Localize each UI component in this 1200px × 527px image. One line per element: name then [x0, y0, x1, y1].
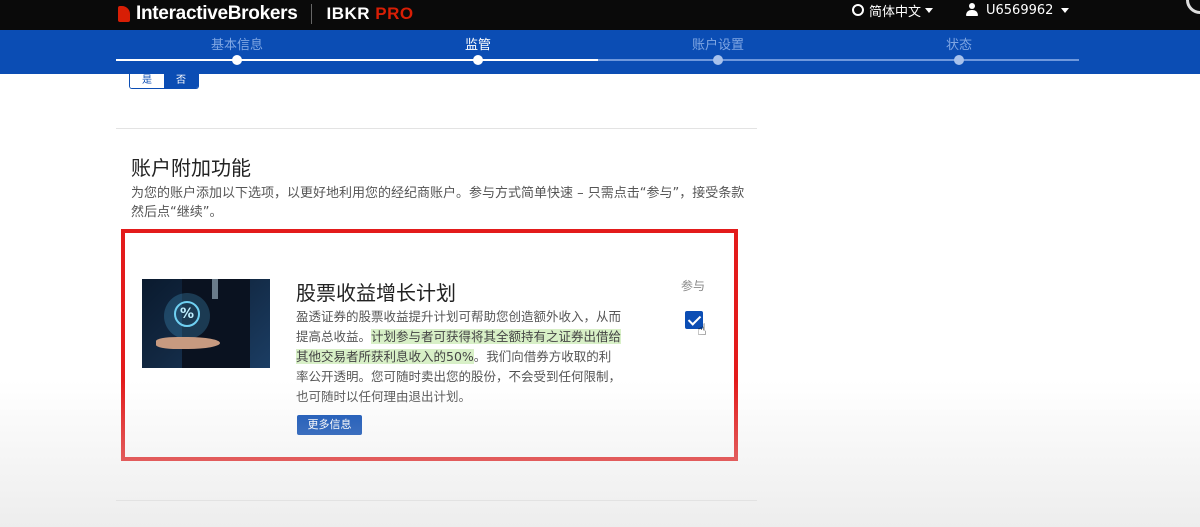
application-progress-bar: [0, 30, 1200, 74]
language-selector[interactable]: 简体中文: [852, 0, 934, 20]
brand-separator: [311, 4, 313, 24]
ib-logo-icon: [116, 4, 132, 24]
step-dot-account-settings: [713, 55, 723, 65]
account-id: U6569962: [986, 2, 1054, 18]
step-dot-basic-info: [232, 55, 242, 65]
toggle-yes[interactable]: 是: [130, 74, 164, 88]
chevron-down-icon: [1061, 7, 1070, 13]
toggle-no[interactable]: 否: [164, 74, 198, 88]
progress-track-completed: [116, 59, 598, 61]
user-icon: [966, 3, 978, 17]
top-navbar: InteractiveBrokers IBKR PRO 简体中文 U656996…: [0, 0, 1200, 30]
tie-graphic: [212, 279, 218, 299]
join-label: 参与: [681, 279, 706, 293]
hand-cursor-icon: ☝: [697, 320, 707, 339]
program-image: %: [142, 279, 270, 368]
language-label: 简体中文: [869, 4, 922, 20]
step-dot-regulatory: [473, 55, 483, 65]
program-title: 股票收益增长计划: [296, 281, 456, 305]
percent-icon: %: [174, 301, 200, 327]
help-icon[interactable]: [1186, 0, 1200, 14]
step-dot-status: [954, 55, 964, 65]
progress-track-remaining: [598, 59, 1079, 61]
brand-name: InteractiveBrokers: [136, 3, 298, 24]
yes-no-toggle[interactable]: 是 否: [129, 74, 199, 89]
chevron-down-icon: [925, 7, 934, 13]
progress-track: [116, 59, 1079, 61]
hand-graphic: [156, 337, 220, 349]
section-divider-bottom: [116, 500, 757, 501]
step-account-settings: 账户设置: [691, 38, 745, 53]
globe-icon: [852, 4, 864, 16]
more-info-button[interactable]: 更多信息: [297, 415, 362, 435]
section-divider: [116, 128, 757, 129]
program-description: 盈透证券的股票收益提升计划可帮助您创造额外收入，从而提高总收益。计划参与者可获得…: [296, 307, 622, 407]
step-basic-info: 基本信息: [210, 38, 264, 53]
section-title: 账户附加功能: [131, 156, 251, 180]
section-description: 为您的账户添加以下选项，以更好地利用您的经纪商账户。参与方式简单快速 – 只需点…: [131, 186, 745, 220]
product-name: IBKR PRO: [326, 4, 414, 23]
step-regulatory: 监管: [464, 38, 492, 53]
brand-logo[interactable]: InteractiveBrokers IBKR PRO: [116, 2, 414, 26]
step-status: 状态: [945, 38, 973, 53]
account-menu[interactable]: U6569962: [966, 0, 1070, 20]
